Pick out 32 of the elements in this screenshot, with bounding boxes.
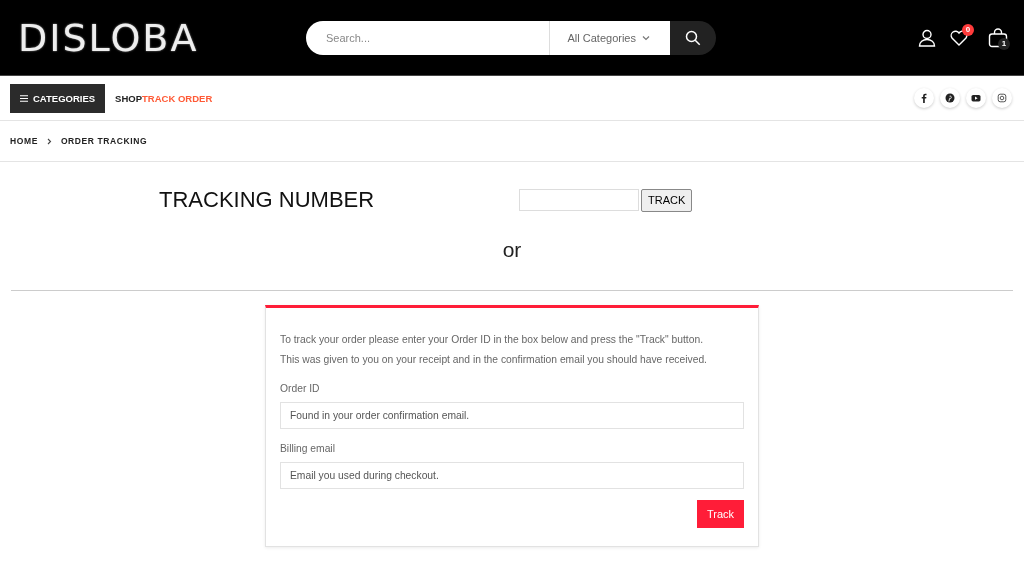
search-field[interactable]: Search... <box>306 20 550 55</box>
instruction-text: To track your order please enter your Order ID in the box below and press the "Track" button. <box>280 333 705 347</box>
field-label: Billing email <box>280 443 336 454</box>
wishlist-count-badge: 0 <box>962 23 974 36</box>
cart-count-badge: 1 <box>998 37 1010 50</box>
breadcrumb-current: ORDER TRACKING <box>60 136 148 146</box>
search-button[interactable] <box>670 20 716 55</box>
instruction-text: This was given to you on your receipt and in the confirmation email you should have received. <box>280 352 708 367</box>
heart-icon[interactable] <box>950 29 968 46</box>
nav-link[interactable]: SHOP <box>115 92 143 104</box>
chevron-down-icon <box>642 34 650 41</box>
pinterest-icon[interactable] <box>940 88 960 108</box>
tracking-number-field[interactable] <box>519 189 639 211</box>
input-field[interactable]: Email you used during checkout. <box>280 462 744 489</box>
category-dropdown[interactable]: All Categories <box>549 20 670 55</box>
menu-icon <box>20 94 28 102</box>
site-logo[interactable]: DISLOBA <box>18 15 306 60</box>
track-button[interactable]: TRACK <box>641 188 693 212</box>
search-icon <box>685 29 701 46</box>
submit-button[interactable]: Track <box>696 500 744 528</box>
shopping-bag-icon[interactable] <box>988 27 1008 48</box>
tracking-number-label: TRACKING NUMBER <box>159 187 376 213</box>
youtube-icon[interactable] <box>966 88 986 108</box>
categories-button[interactable]: CATEGORIES <box>10 83 106 113</box>
user-icon[interactable] <box>918 28 936 47</box>
breadcrumb-link[interactable]: HOME <box>10 136 38 146</box>
separator-text: or <box>501 238 523 262</box>
field-label: Order ID <box>280 383 321 394</box>
instagram-icon[interactable] <box>992 88 1012 108</box>
input-field[interactable]: Found in your order confirmation email. <box>280 402 744 429</box>
chevron-right-icon <box>46 137 52 145</box>
facebook-icon[interactable] <box>914 88 934 108</box>
